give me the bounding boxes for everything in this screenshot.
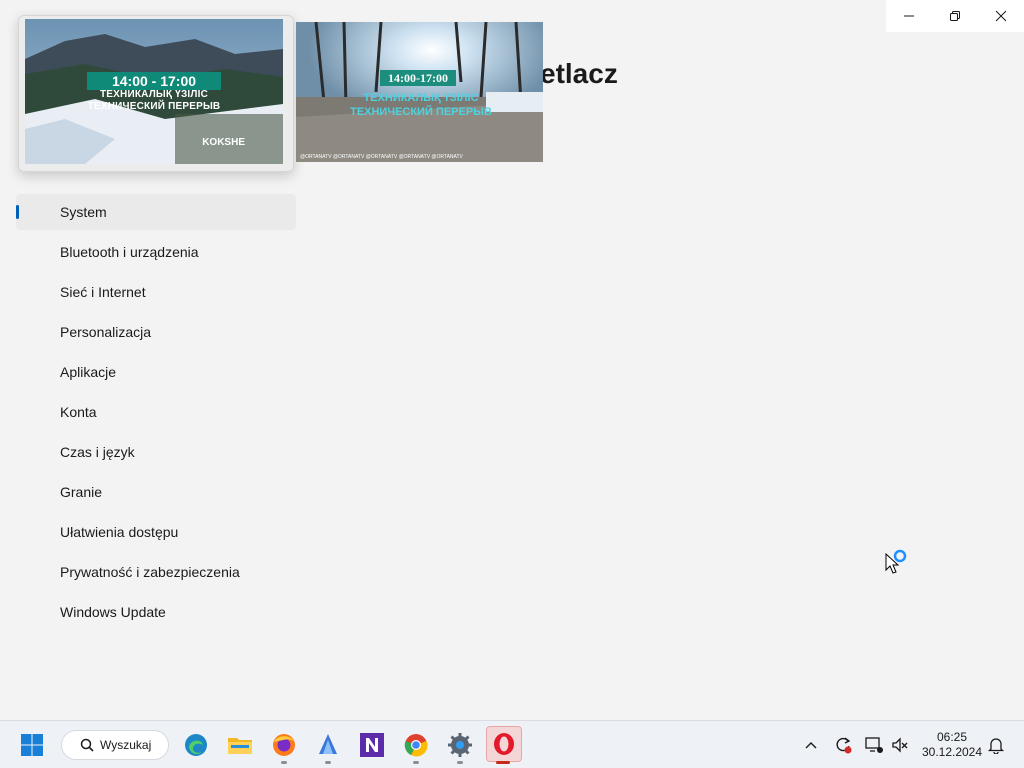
- restore-icon: [950, 11, 960, 21]
- thumbnail-line-2: ТЕХНИЧЕСКИЙ ПЕРЕРЫВ: [87, 101, 221, 112]
- sidebar-item-label: Personalizacja: [60, 324, 152, 340]
- taskbar-app-n[interactable]: [356, 729, 388, 761]
- taskbar-chrome[interactable]: [400, 729, 432, 764]
- settings-icon: [448, 733, 472, 757]
- sidebar-item-accounts[interactable]: Konta: [16, 394, 296, 430]
- thumbnail-brand: KOKSHE: [202, 137, 245, 148]
- file-explorer-icon: [228, 738, 252, 754]
- edge-icon: [185, 734, 207, 756]
- sidebar-item-label: Czas i język: [60, 444, 135, 460]
- thumbnail-footer: @ORTANATV @ORTANATV @ORTANATV @ORTANATV …: [300, 154, 463, 160]
- opera-icon: [494, 733, 514, 755]
- sidebar-item-label: System: [60, 204, 107, 220]
- search-icon: [80, 738, 94, 752]
- app-n-icon: [360, 733, 384, 757]
- running-indicator: [281, 761, 287, 764]
- taskbar-search[interactable]: Wyszukaj: [61, 730, 169, 760]
- running-indicator: [496, 761, 510, 764]
- minimize-button[interactable]: [886, 0, 932, 32]
- taskbar-opera[interactable]: [486, 726, 522, 764]
- video-thumbnail-1[interactable]: 14:00 - 17:00 ТЕХНИКАЛЫҚ ҮЗІЛІС ТЕХНИЧЕС…: [25, 19, 283, 164]
- thumbnail-time: 14:00 - 17:00: [87, 72, 221, 90]
- taskbar-edge[interactable]: [180, 729, 212, 761]
- video-thumbnail-2[interactable]: 14:00-17:00 ТЕХНИКАЛЫҚ ҮЗІЛІС ТЕХНИЧЕСКИ…: [296, 22, 543, 162]
- thumbnail-time: 14:00-17:00: [380, 70, 456, 86]
- sidebar-item-label: Konta: [60, 404, 97, 420]
- sidebar-item-apps[interactable]: Aplikacje: [16, 354, 296, 390]
- sync-alert-icon: [836, 737, 852, 754]
- sidebar-item-time-language[interactable]: Czas i język: [16, 434, 296, 470]
- chevron-up-icon: [805, 742, 817, 749]
- caption-controls: [886, 0, 1024, 32]
- running-indicator: [413, 761, 419, 764]
- thumbnail-line-2: ТЕХНИЧЕСКИЙ ПЕРЕРЫВ: [350, 106, 492, 118]
- sidebar-item-personalization[interactable]: Personalizacja: [16, 314, 296, 350]
- tray-sync[interactable]: [833, 735, 853, 755]
- close-button[interactable]: [978, 0, 1024, 32]
- tray-volume[interactable]: [890, 735, 910, 755]
- start-button[interactable]: [16, 729, 48, 761]
- sidebar-item-label: Bluetooth i urządzenia: [60, 244, 199, 260]
- start-icon: [21, 734, 43, 756]
- sidebar-item-label: Sieć i Internet: [60, 284, 146, 300]
- taskbar-clock[interactable]: 06:25 30.12.2024: [918, 730, 986, 760]
- tray-network[interactable]: [864, 735, 884, 755]
- sidebar-item-label: Aplikacje: [60, 364, 117, 380]
- settings-window: etlacz 14:00 - 17:00 ТЕХНИКАЛЫҚ ҮЗІЛІС Т…: [0, 0, 1024, 720]
- sidebar-item-label: Ułatwienia dostępu: [60, 524, 179, 540]
- sidebar-item-accessibility[interactable]: Ułatwienia dostępu: [16, 514, 296, 550]
- firefox-icon: [273, 734, 295, 756]
- thumbnail-line-1: ТЕХНИКАЛЫҚ ҮЗІЛІС: [99, 89, 208, 100]
- taskbar-firefox[interactable]: [268, 729, 300, 764]
- notifications-button[interactable]: [986, 735, 1006, 755]
- app-blue-icon: [319, 734, 337, 754]
- busy-cursor-icon: [885, 549, 907, 574]
- sidebar-item-windows-update[interactable]: Windows Update: [16, 594, 296, 630]
- running-indicator: [325, 761, 331, 764]
- sidebar-item-gaming[interactable]: Granie: [16, 474, 296, 510]
- sidebar-item-privacy[interactable]: Prywatność i zabezpieczenia: [16, 554, 296, 590]
- sidebar-item-system[interactable]: System: [16, 194, 296, 230]
- minimize-icon: [904, 15, 914, 17]
- search-label: Wyszukaj: [100, 738, 152, 752]
- clock-date: 30.12.2024: [921, 745, 983, 759]
- clock-time: 06:25: [936, 730, 968, 744]
- taskbar-app-blue[interactable]: [312, 729, 344, 764]
- taskbar: Wyszukaj 06:25 30.12.2024: [0, 720, 1024, 768]
- running-indicator: [457, 761, 463, 764]
- sidebar-item-label: Prywatność i zabezpieczenia: [60, 564, 240, 580]
- sidebar-item-label: Windows Update: [60, 604, 166, 620]
- thumbnail-line-1: ТЕХНИКАЛЫҚ ҮЗІЛІС: [363, 92, 479, 104]
- chrome-icon: [404, 734, 428, 757]
- close-icon: [995, 10, 1007, 22]
- sidebar-nav: System Bluetooth i urządzenia Sieć i Int…: [16, 194, 296, 634]
- sidebar-item-label: Granie: [60, 484, 103, 500]
- taskbar-settings[interactable]: [444, 729, 476, 764]
- volume-muted-icon: [892, 737, 908, 753]
- sidebar-item-network[interactable]: Sieć i Internet: [16, 274, 296, 310]
- bell-icon: [987, 738, 1005, 754]
- taskbar-file-explorer[interactable]: [224, 729, 256, 761]
- page-title: etlacz: [540, 58, 618, 89]
- restore-button[interactable]: [932, 0, 978, 32]
- tray-overflow-button[interactable]: [801, 735, 821, 755]
- sidebar-item-bluetooth[interactable]: Bluetooth i urządzenia: [16, 234, 296, 270]
- network-icon: [865, 737, 883, 753]
